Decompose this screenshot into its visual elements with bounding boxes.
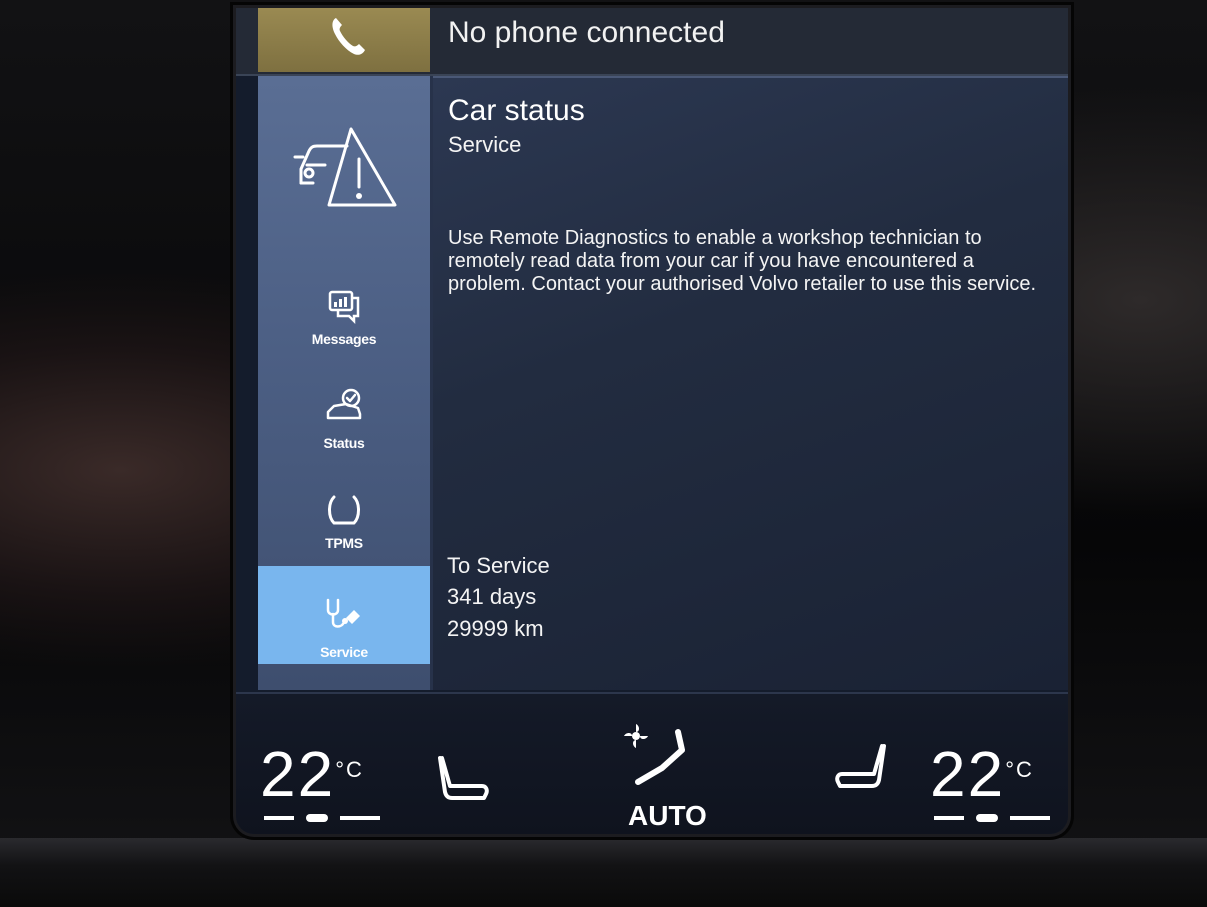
temperature-unit: °C [1005, 757, 1034, 782]
sidebar-item-messages[interactable]: Messages [258, 272, 430, 368]
phone-status-text: No phone connected [448, 16, 725, 49]
car-status-panel: Car status Service Use Remote Diagnostic… [433, 76, 1068, 690]
climate-bar: 22°C AUTO 22°C [236, 692, 1068, 834]
panel-divider [433, 76, 1068, 78]
tire-pressure-icon [328, 495, 360, 525]
messages-icon [328, 290, 360, 325]
car-status-icon [326, 388, 362, 420]
sidebar-item-label: Messages [311, 331, 377, 347]
left-temperature-value: 22 [260, 738, 336, 810]
service-label: To Service [447, 553, 550, 578]
auto-mode-label[interactable]: AUTO [628, 800, 707, 832]
auto-climate-fan-icon[interactable] [622, 722, 694, 792]
right-temperature-bars [934, 814, 1050, 822]
page-subtitle: Service [448, 132, 522, 157]
sidebar-item-label: TPMS [325, 535, 363, 551]
temperature-unit: °C [335, 757, 364, 782]
right-temperature[interactable]: 22°C [930, 742, 1034, 806]
sidebar-item-label: Service [320, 644, 368, 660]
left-temperature[interactable]: 22°C [260, 742, 364, 806]
sidebar-item-status[interactable]: Status [258, 378, 430, 474]
car-warning-icon [293, 127, 397, 207]
service-description: Use Remote Diagnostics to enable a works… [448, 227, 1037, 295]
service-distance-remaining: 29999 km [447, 616, 544, 641]
seat-heat-icon[interactable] [832, 740, 888, 792]
seat-heat-icon[interactable] [436, 752, 492, 804]
right-temperature-value: 22 [930, 738, 1006, 810]
page-title: Car status [448, 94, 585, 127]
sidebar-item-service[interactable]: Service [258, 566, 430, 664]
infotainment-screen: No phone connected Messages Status TPMS … [236, 8, 1068, 834]
device-bezel-bottom [0, 838, 1207, 907]
service-days-remaining: 341 days [447, 584, 537, 609]
phone-handset-icon [332, 18, 365, 55]
sidebar-item-label: Status [323, 435, 365, 451]
phone-status-bar[interactable]: No phone connected [236, 8, 1068, 76]
stethoscope-icon [326, 598, 360, 628]
sidebar: Messages Status TPMS Service [258, 76, 430, 690]
phone-tile[interactable] [258, 8, 430, 72]
left-temperature-bars [264, 814, 380, 822]
sidebar-item-tpms[interactable]: TPMS [258, 481, 430, 577]
